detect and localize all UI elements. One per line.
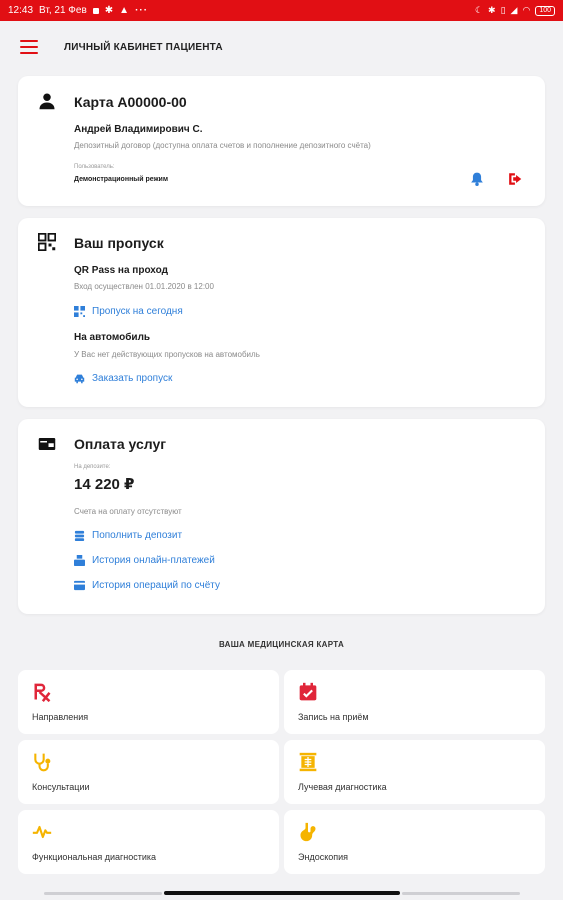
qr-small-icon [74, 306, 85, 317]
today-pass-link[interactable]: Пропуск на сегодня [74, 306, 183, 317]
order-pass-link[interactable]: Заказать пропуск [74, 373, 172, 384]
xray-icon [299, 752, 317, 772]
payment-card: Оплата услуг На депозите: 14 220 ₽ Счета… [18, 419, 545, 614]
notification-icon: ✱ [104, 5, 114, 16]
qr-entry-info: Вход осуществлен 01.01.2020 в 12:00 [74, 282, 214, 291]
card-icon [74, 580, 85, 591]
car-pass-title: На автомобиль [74, 332, 151, 343]
profile-card: Карта А00000-00 Андрей Владимирович С. Д… [18, 76, 545, 206]
signal-icon: ◢ [510, 5, 518, 15]
tile-label: Запись на приём [298, 712, 369, 722]
hamburger-menu-icon[interactable] [20, 40, 38, 54]
patient-name: Андрей Владимирович С. [74, 124, 203, 135]
tile-label: Лучевая диагностика [298, 782, 387, 792]
top-up-deposit-link[interactable]: Пополнить депозит [74, 530, 182, 541]
top-up-deposit-label: Пополнить депозит [92, 530, 183, 541]
cash-register-icon [74, 555, 85, 566]
car-pass-info: У Вас нет действующих пропусков на автом… [74, 350, 260, 359]
moon-icon: ☾ [474, 5, 484, 15]
warning-icon: ▲ [119, 5, 130, 16]
tile-referrals[interactable]: Направления [18, 670, 279, 734]
calendar-check-icon [299, 682, 317, 701]
nav-indicator-right [402, 892, 520, 895]
notification-icon [92, 7, 99, 14]
user-label: Пользователь: [74, 164, 115, 170]
tile-radiology[interactable]: Лучевая диагностика [284, 740, 545, 804]
qr-pass-title: QR Pass на проход [74, 265, 168, 276]
deposit-label: На депозите: [74, 464, 111, 470]
stomach-icon [300, 822, 316, 842]
wallet-icon [38, 438, 56, 450]
card-number: Карта А00000-00 [74, 94, 187, 110]
bell-icon[interactable] [470, 171, 484, 187]
account-operations-history-link[interactable]: История операций по счёту [74, 580, 220, 591]
deposit-value: 14 220 ₽ [74, 476, 135, 493]
pass-card: Ваш пропуск QR Pass на проход Вход осуще… [18, 218, 545, 407]
battery-icon: 100 [535, 5, 555, 16]
user-value: Демонстрационный режим [74, 176, 169, 183]
tile-label: Консультации [32, 782, 90, 792]
rx-icon [34, 683, 51, 702]
qr-code-icon [38, 233, 56, 251]
pass-title: Ваш пропуск [74, 235, 164, 251]
payment-title: Оплата услуг [74, 436, 167, 452]
tile-consultations[interactable]: Консультации [18, 740, 279, 804]
tile-label: Функциональная диагностика [32, 852, 157, 862]
online-payments-history-label: История онлайн-платежей [92, 555, 215, 566]
order-pass-label: Заказать пропуск [92, 373, 173, 384]
account-operations-history-label: История операций по счёту [92, 580, 221, 591]
logout-icon[interactable] [508, 172, 523, 186]
vibrate-icon: ▯ [500, 5, 506, 15]
home-gesture-handle[interactable] [164, 891, 400, 895]
tile-endoscopy[interactable]: Эндоскопия [284, 810, 545, 874]
page-title: ЛИЧНЫЙ КАБИНЕТ ПАЦИЕНТА [64, 41, 223, 53]
bluetooth-icon: ✱ [488, 5, 496, 15]
status-time: 12:43 [8, 5, 34, 16]
stethoscope-icon [34, 753, 51, 772]
tile-label: Направления [32, 712, 89, 722]
contract-type: Депозитный договор (доступна оплата счет… [74, 141, 371, 150]
more-notifications-icon: ··· [135, 5, 149, 16]
car-icon [74, 374, 85, 384]
coins-icon [74, 530, 85, 541]
tile-label: Эндоскопия [298, 852, 349, 862]
nav-indicator-left [44, 892, 162, 895]
tile-functional-diagnostics[interactable]: Функциональная диагностика [18, 810, 279, 874]
heartbeat-icon [32, 825, 52, 839]
wifi-icon: ◠ [522, 5, 531, 15]
tile-appointment[interactable]: Запись на приём [284, 670, 545, 734]
status-date: Вт, 21 Фев [39, 5, 87, 16]
medcard-section-title: ВАША МЕДИЦИНСКАЯ КАРТА [218, 640, 345, 649]
online-payments-history-link[interactable]: История онлайн-платежей [74, 555, 215, 566]
no-bills-text: Счета на оплату отсутствуют [74, 507, 182, 516]
status-bar: 12:43 Вт, 21 Фев ✱ ▲ ··· ☾ ✱ ▯ ◢ ◠ 100 [0, 0, 563, 21]
app-bar: ЛИЧНЫЙ КАБИНЕТ ПАЦИЕНТА [0, 21, 563, 73]
user-icon [39, 93, 55, 110]
today-pass-label: Пропуск на сегодня [92, 306, 183, 317]
